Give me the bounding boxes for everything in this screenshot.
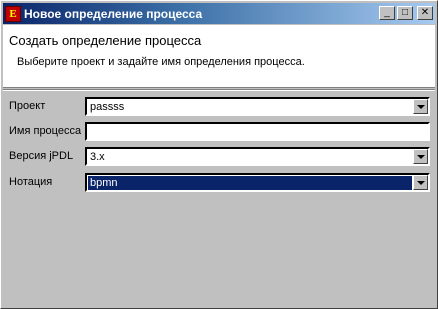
window-title: Новое определение процесса — [24, 6, 203, 21]
close-icon: ✕ — [420, 7, 430, 18]
process-name-row: Имя процесса — [3, 122, 435, 142]
dropdown-arrow-icon — [416, 154, 425, 159]
window-controls: _ □ ✕ — [379, 6, 433, 20]
jpdl-version-value: 3.x — [90, 151, 105, 163]
app-icon: E — [5, 5, 21, 22]
maximize-button[interactable]: □ — [397, 6, 413, 20]
project-select[interactable]: passss — [85, 97, 430, 116]
process-name-input[interactable] — [85, 122, 430, 141]
jpdl-version-row: Версия jPDL 3.x — [3, 147, 435, 167]
notation-dropdown-button[interactable] — [413, 175, 428, 190]
dropdown-arrow-icon — [416, 180, 425, 185]
dropdown-arrow-icon — [416, 104, 425, 109]
jpdl-version-label: Версия jPDL — [9, 150, 74, 162]
wizard-banner: Создать определение процесса Выберите пр… — [3, 25, 435, 88]
notation-label: Нотация — [9, 176, 53, 188]
wizard-title: Создать определение процесса — [9, 33, 202, 48]
process-name-label: Имя процесса — [9, 125, 82, 137]
notation-value: bpmn — [88, 176, 412, 190]
dialog-window: E Новое определение процесса _ □ ✕ Созда… — [0, 0, 438, 309]
notation-row: Нотация bpmn — [3, 173, 435, 193]
minimize-button[interactable]: _ — [379, 6, 395, 20]
banner-separator — [3, 89, 435, 91]
wizard-description: Выберите проект и задайте имя определени… — [17, 56, 305, 68]
title-bar[interactable]: E Новое определение процесса _ □ ✕ — [3, 3, 435, 24]
notation-select[interactable]: bpmn — [85, 173, 430, 192]
maximize-icon: □ — [401, 7, 409, 18]
project-label: Проект — [9, 100, 46, 112]
project-dropdown-button[interactable] — [413, 99, 428, 114]
close-button[interactable]: ✕ — [417, 6, 433, 20]
project-value: passss — [90, 101, 125, 113]
minimize-icon: _ — [384, 7, 390, 18]
project-row: Проект passss — [3, 97, 435, 117]
jpdl-version-select[interactable]: 3.x — [85, 147, 430, 166]
jpdl-version-dropdown-button[interactable] — [413, 149, 428, 164]
